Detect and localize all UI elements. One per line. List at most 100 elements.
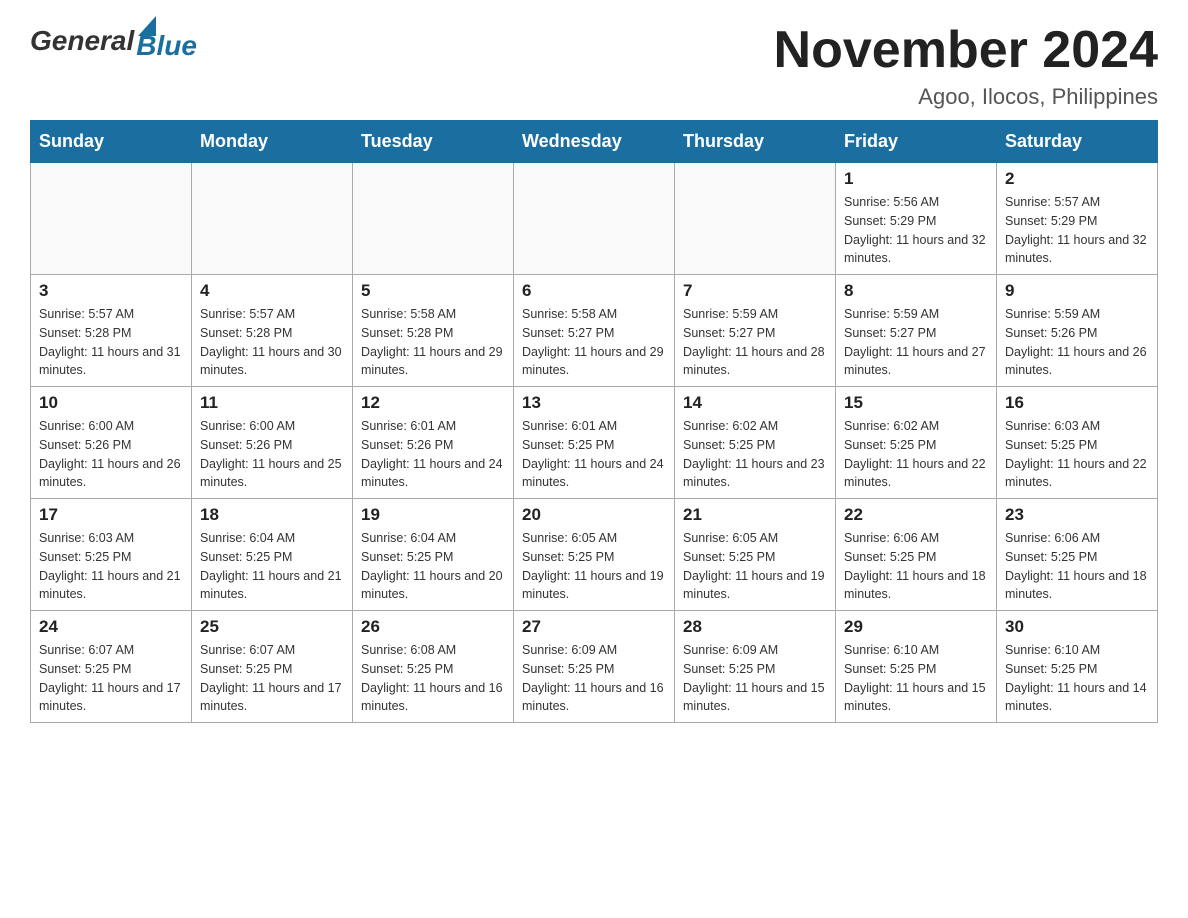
page-header: General Blue November 2024 Agoo, Ilocos,… [30, 20, 1158, 110]
calendar-cell-w1-d7: 2 Sunrise: 5:57 AMSunset: 5:29 PMDaylight… [997, 163, 1158, 275]
day-info: Sunrise: 5:58 AMSunset: 5:28 PMDaylight:… [361, 305, 505, 380]
calendar-cell-w2-d4: 6Sunrise: 5:58 AMSunset: 5:27 PMDaylight… [514, 275, 675, 387]
day-number: 25 [200, 617, 344, 637]
calendar-cell-w5-d1: 24Sunrise: 6:07 AMSunset: 5:25 PMDayligh… [31, 611, 192, 723]
day-info: Sunrise: 5:57 AMSunset: 5:28 PMDaylight:… [39, 305, 183, 380]
day-info: Sunrise: 5:59 AMSunset: 5:27 PMDaylight:… [683, 305, 827, 380]
calendar-cell-w3-d7: 16Sunrise: 6:03 AMSunset: 5:25 PMDayligh… [997, 387, 1158, 499]
day-number: 11 [200, 393, 344, 413]
day-info: Sunrise: 6:06 AMSunset: 5:25 PMDaylight:… [844, 529, 988, 604]
calendar-cell-w5-d3: 26 Sunrise: 6:08 AMSunset: 5:25 PMDayligh… [353, 611, 514, 723]
calendar-cell-w2-d3: 5 Sunrise: 5:58 AMSunset: 5:28 PMDaylight… [353, 275, 514, 387]
calendar-cell-w1-d1 [31, 163, 192, 275]
calendar-cell-w1-d5 [675, 163, 836, 275]
day-number: 26 [361, 617, 505, 637]
calendar-cell-w4-d4: 20 Sunrise: 6:05 AMSunset: 5:25 PMDayligh… [514, 499, 675, 611]
day-number: 27 [522, 617, 666, 637]
location-title: Agoo, Ilocos, Philippines [774, 84, 1158, 110]
day-number: 16 [1005, 393, 1149, 413]
day-info: Sunrise: 6:05 AMSunset: 5:25 PMDaylight:… [683, 529, 827, 604]
header-thursday: Thursday [675, 121, 836, 163]
logo: General Blue [30, 20, 197, 62]
calendar-week-3: 10Sunrise: 6:00 AMSunset: 5:26 PMDayligh… [31, 387, 1158, 499]
day-info: Sunrise: 6:03 AMSunset: 5:25 PMDaylight:… [39, 529, 183, 604]
day-number: 24 [39, 617, 183, 637]
header-saturday: Saturday [997, 121, 1158, 163]
day-number: 7 [683, 281, 827, 301]
day-info: Sunrise: 6:04 AMSunset: 5:25 PMDaylight:… [361, 529, 505, 604]
calendar-cell-w5-d5: 28 Sunrise: 6:09 AMSunset: 5:25 PMDayligh… [675, 611, 836, 723]
day-info: Sunrise: 6:07 AMSunset: 5:25 PMDaylight:… [200, 641, 344, 716]
calendar-cell-w4-d2: 18Sunrise: 6:04 AMSunset: 5:25 PMDayligh… [192, 499, 353, 611]
day-info: Sunrise: 6:10 AMSunset: 5:25 PMDaylight:… [844, 641, 988, 716]
day-number: 18 [200, 505, 344, 525]
calendar-week-5: 24 Sunrise: 6:07 AMSunset: 5:25 PMDayligh… [31, 611, 1158, 723]
calendar-table: Sunday Monday Tuesday Wednesday Thursday… [30, 120, 1158, 723]
calendar-cell-w4-d1: 17 Sunrise: 6:03 AMSunset: 5:25 PMDayligh… [31, 499, 192, 611]
day-info: Sunrise: 6:09 AMSunset: 5:25 PMDaylight:… [683, 641, 827, 716]
calendar-cell-w2-d6: 8 Sunrise: 5:59 AMSunset: 5:27 PMDaylight… [836, 275, 997, 387]
calendar-cell-w3-d5: 14 Sunrise: 6:02 AMSunset: 5:25 PMDayligh… [675, 387, 836, 499]
calendar-cell-w3-d2: 11 Sunrise: 6:00 AMSunset: 5:26 PMDayligh… [192, 387, 353, 499]
day-number: 30 [1005, 617, 1149, 637]
day-info: Sunrise: 6:01 AMSunset: 5:26 PMDaylight:… [361, 417, 505, 492]
calendar-cell-w4-d3: 19Sunrise: 6:04 AMSunset: 5:25 PMDayligh… [353, 499, 514, 611]
header-monday: Monday [192, 121, 353, 163]
day-number: 28 [683, 617, 827, 637]
day-number: 4 [200, 281, 344, 301]
day-info: Sunrise: 5:59 AMSunset: 5:26 PMDaylight:… [1005, 305, 1149, 380]
calendar-cell-w5-d2: 25 Sunrise: 6:07 AMSunset: 5:25 PMDayligh… [192, 611, 353, 723]
day-info: Sunrise: 5:57 AMSunset: 5:28 PMDaylight:… [200, 305, 344, 380]
day-number: 13 [522, 393, 666, 413]
day-info: Sunrise: 6:00 AMSunset: 5:26 PMDaylight:… [39, 417, 183, 492]
day-info: Sunrise: 6:05 AMSunset: 5:25 PMDaylight:… [522, 529, 666, 604]
calendar-cell-w1-d3 [353, 163, 514, 275]
calendar-cell-w2-d2: 4 Sunrise: 5:57 AMSunset: 5:28 PMDaylight… [192, 275, 353, 387]
day-info: Sunrise: 6:02 AMSunset: 5:25 PMDaylight:… [844, 417, 988, 492]
day-info: Sunrise: 5:56 AMSunset: 5:29 PMDaylight:… [844, 193, 988, 268]
day-info: Sunrise: 6:06 AMSunset: 5:25 PMDaylight:… [1005, 529, 1149, 604]
day-info: Sunrise: 6:00 AMSunset: 5:26 PMDaylight:… [200, 417, 344, 492]
calendar-cell-w2-d5: 7 Sunrise: 5:59 AMSunset: 5:27 PMDaylight… [675, 275, 836, 387]
title-block: November 2024 Agoo, Ilocos, Philippines [774, 20, 1158, 110]
calendar-cell-w4-d7: 23 Sunrise: 6:06 AMSunset: 5:25 PMDayligh… [997, 499, 1158, 611]
day-number: 3 [39, 281, 183, 301]
calendar-cell-w5-d7: 30 Sunrise: 6:10 AMSunset: 5:25 PMDayligh… [997, 611, 1158, 723]
day-number: 22 [844, 505, 988, 525]
header-friday: Friday [836, 121, 997, 163]
day-number: 17 [39, 505, 183, 525]
day-number: 9 [1005, 281, 1149, 301]
header-tuesday: Tuesday [353, 121, 514, 163]
day-number: 15 [844, 393, 988, 413]
day-info: Sunrise: 5:57 AMSunset: 5:29 PMDaylight:… [1005, 193, 1149, 268]
day-number: 23 [1005, 505, 1149, 525]
calendar-header-row: Sunday Monday Tuesday Wednesday Thursday… [31, 121, 1158, 163]
calendar-cell-w1-d2 [192, 163, 353, 275]
day-number: 20 [522, 505, 666, 525]
day-number: 8 [844, 281, 988, 301]
day-number: 14 [683, 393, 827, 413]
calendar-cell-w4-d6: 22 Sunrise: 6:06 AMSunset: 5:25 PMDayligh… [836, 499, 997, 611]
logo-blue-text: Blue [136, 30, 197, 62]
calendar-cell-w4-d5: 21 Sunrise: 6:05 AMSunset: 5:25 PMDayligh… [675, 499, 836, 611]
month-title: November 2024 [774, 20, 1158, 80]
day-number: 2 [1005, 169, 1149, 189]
day-info: Sunrise: 6:08 AMSunset: 5:25 PMDaylight:… [361, 641, 505, 716]
calendar-cell-w3-d6: 15 Sunrise: 6:02 AMSunset: 5:25 PMDayligh… [836, 387, 997, 499]
day-info: Sunrise: 6:10 AMSunset: 5:25 PMDaylight:… [1005, 641, 1149, 716]
day-info: Sunrise: 6:09 AMSunset: 5:25 PMDaylight:… [522, 641, 666, 716]
day-info: Sunrise: 5:59 AMSunset: 5:27 PMDaylight:… [844, 305, 988, 380]
calendar-week-1: 1Sunrise: 5:56 AMSunset: 5:29 PMDaylight… [31, 163, 1158, 275]
day-number: 5 [361, 281, 505, 301]
calendar-cell-w1-d4 [514, 163, 675, 275]
header-sunday: Sunday [31, 121, 192, 163]
day-number: 29 [844, 617, 988, 637]
calendar-cell-w2-d7: 9 Sunrise: 5:59 AMSunset: 5:26 PMDaylight… [997, 275, 1158, 387]
calendar-cell-w3-d3: 12Sunrise: 6:01 AMSunset: 5:26 PMDayligh… [353, 387, 514, 499]
day-number: 21 [683, 505, 827, 525]
calendar-cell-w1-d6: 1Sunrise: 5:56 AMSunset: 5:29 PMDaylight… [836, 163, 997, 275]
day-number: 6 [522, 281, 666, 301]
day-info: Sunrise: 6:01 AMSunset: 5:25 PMDaylight:… [522, 417, 666, 492]
calendar-cell-w3-d1: 10Sunrise: 6:00 AMSunset: 5:26 PMDayligh… [31, 387, 192, 499]
day-info: Sunrise: 6:02 AMSunset: 5:25 PMDaylight:… [683, 417, 827, 492]
